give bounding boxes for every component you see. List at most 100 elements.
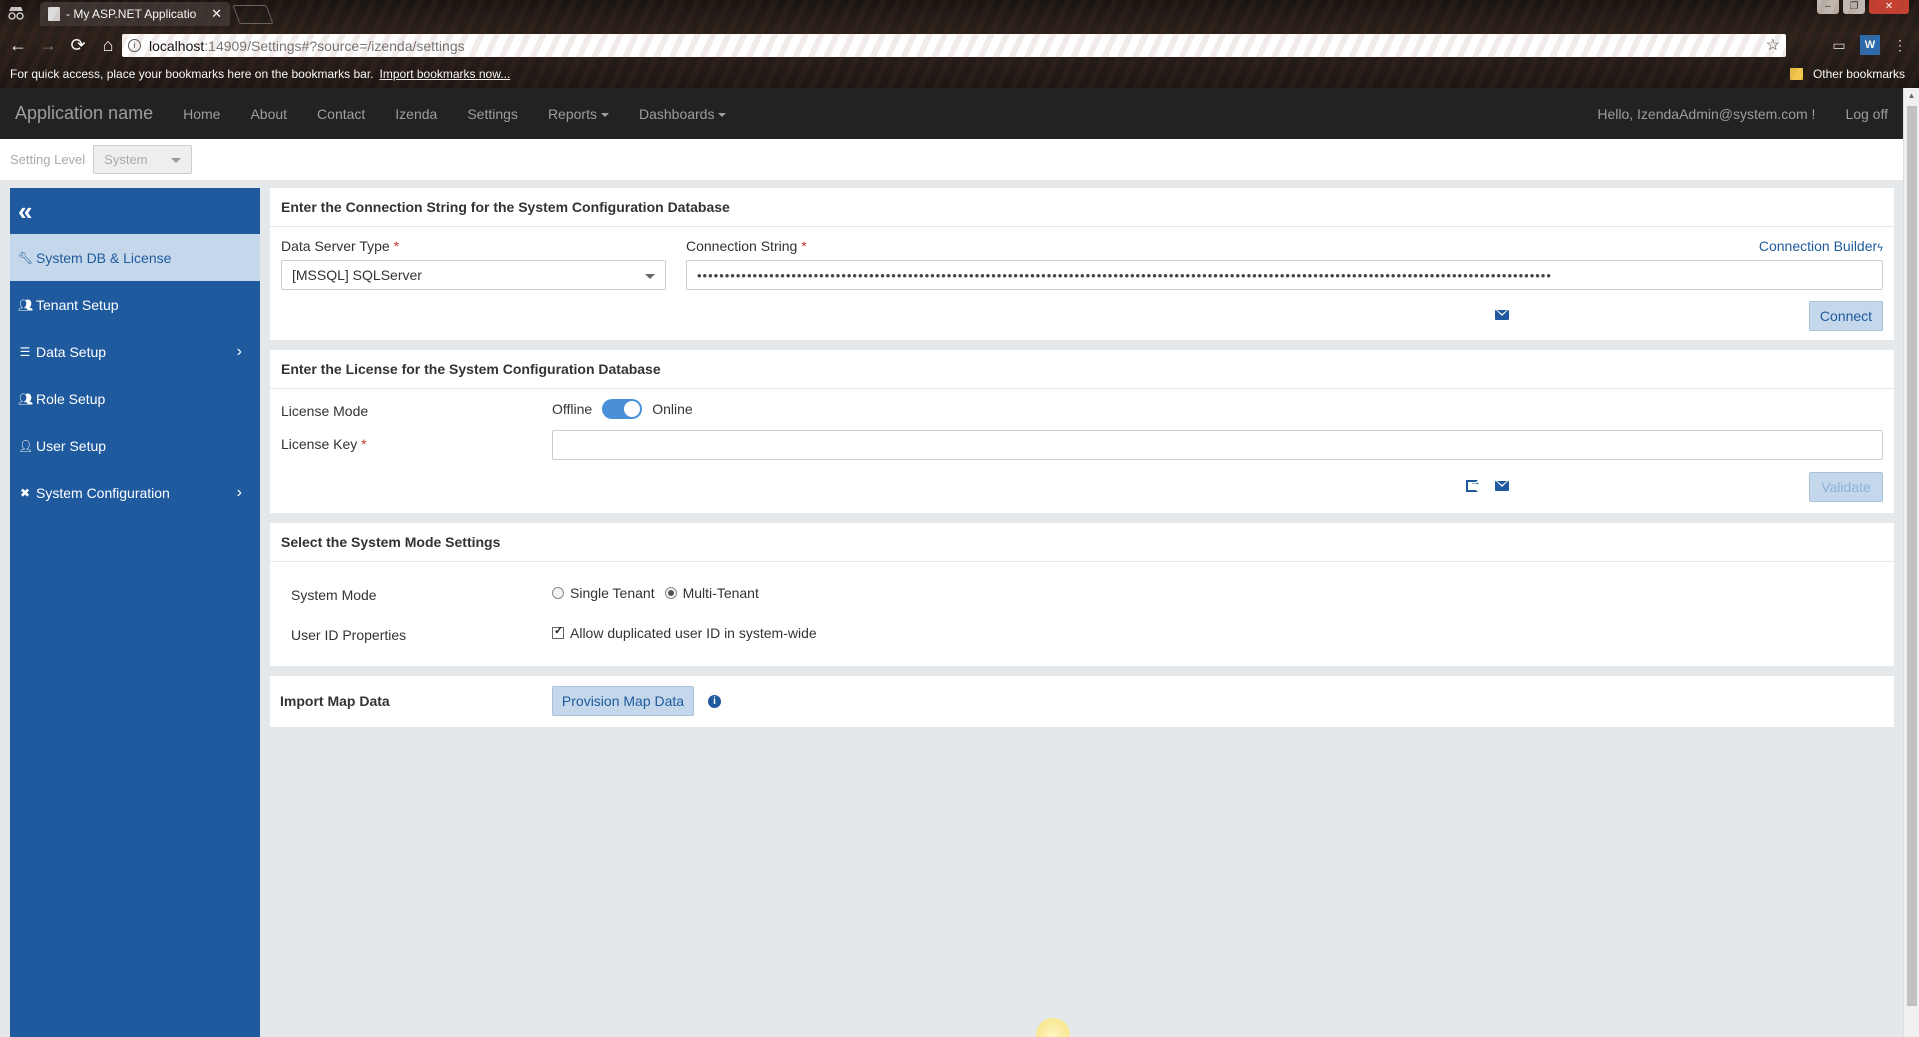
license-key-input[interactable] — [552, 430, 1883, 460]
other-bookmarks-label: Other bookmarks — [1812, 67, 1905, 81]
browser-chrome: - My ASP.NET Applicatio ✕ – ❐ ✕ ← → ⟳ ⌂ … — [0, 0, 1919, 88]
allow-duplicate-checkbox[interactable] — [552, 624, 564, 639]
tab-bar: - My ASP.NET Applicatio ✕ – ❐ ✕ — [0, 0, 1919, 26]
sidebar-item-label: User Setup — [36, 437, 107, 454]
scroll-up-icon[interactable]: ▲ — [1904, 88, 1919, 104]
connection-string-label-text: Connection String — [686, 238, 798, 254]
offline-label: Offline — [552, 401, 593, 417]
server-type-select[interactable]: [MSSQL] SQLServer — [281, 260, 666, 290]
close-tab-icon[interactable]: ✕ — [211, 6, 222, 22]
reload-icon[interactable]: ⟳ — [66, 33, 90, 57]
multi-tenant-radio[interactable] — [664, 587, 677, 599]
bookmarks-bar: For quick access, place your bookmarks h… — [0, 63, 1919, 85]
dropdown-arrow-icon — [645, 274, 655, 279]
toggle-knob — [624, 401, 641, 417]
wrench-icon: 🔧︎ — [18, 250, 34, 265]
connection-panel-title: Enter the Connection String for the Syst… — [270, 188, 1894, 227]
sidebar-item-label: System DB & License — [36, 249, 172, 266]
nav-dashboards-label: Dashboards — [638, 105, 715, 122]
browser-toolbar: ← → ⟳ ⌂ i localhost:14909/Settings#?sour… — [0, 31, 1919, 59]
sidebar-item-system-configuration[interactable]: ✖ System Configuration › — [10, 469, 260, 516]
validate-button[interactable]: Validate — [1809, 472, 1883, 502]
required-marker: * — [361, 436, 367, 452]
browser-menu-icon[interactable]: ⋮ — [1890, 35, 1910, 55]
nav-reports-dropdown[interactable]: Reports — [533, 106, 624, 122]
sidebar-item-label: System Configuration — [36, 484, 170, 501]
sidebar-item-tenant-setup[interactable]: 👥︎ Tenant Setup — [10, 281, 260, 328]
sidebar-item-data-setup[interactable]: ☰ Data Setup › — [10, 328, 260, 375]
logoff-link[interactable]: Log off — [1830, 106, 1903, 122]
chevron-right-icon: › — [236, 342, 242, 360]
connection-builder-link[interactable]: Connection Builderϟ — [1759, 238, 1883, 254]
browser-tab[interactable]: - My ASP.NET Applicatio ✕ — [40, 2, 230, 26]
incognito-icon — [8, 7, 24, 20]
nav-contact[interactable]: Contact — [302, 106, 380, 122]
info-icon[interactable]: i — [708, 695, 721, 708]
import-bookmarks-link[interactable]: Import bookmarks now... — [380, 67, 511, 81]
bookmarks-hint: For quick access, place your bookmarks h… — [10, 67, 374, 81]
sidebar-item-label: Tenant Setup — [36, 296, 119, 313]
new-tab-button[interactable] — [232, 5, 274, 24]
provision-map-data-button[interactable]: Provision Map Data — [552, 686, 694, 716]
tools-icon: ✖ — [19, 485, 31, 500]
nav-home[interactable]: Home — [168, 106, 235, 122]
license-key-label: License Key * — [281, 436, 367, 452]
brand-link[interactable]: Application name — [15, 103, 153, 124]
nav-izenda[interactable]: Izenda — [380, 106, 452, 122]
license-panel-title: Enter the License for the System Configu… — [270, 350, 1894, 389]
cast-icon[interactable]: ▭ — [1829, 35, 1849, 55]
dropdown-arrow-icon — [171, 158, 182, 163]
system-mode-label: System Mode — [291, 587, 377, 603]
connection-string-input[interactable]: ••••••••••••••••••••••••••••••••••••••••… — [686, 260, 1883, 290]
email-icon[interactable] — [1491, 304, 1513, 326]
nav-settings[interactable]: Settings — [452, 106, 533, 122]
settings-content: Enter the Connection String for the Syst… — [270, 188, 1894, 737]
restore-button[interactable]: ❐ — [1843, 0, 1865, 14]
license-mode-toggle[interactable] — [602, 399, 643, 419]
extension-icon[interactable]: W — [1860, 35, 1880, 55]
scrollbar-thumb[interactable] — [1907, 106, 1917, 1006]
nav-about[interactable]: About — [235, 106, 302, 122]
site-info-icon[interactable]: i — [128, 39, 141, 52]
license-mode-label: License Mode — [281, 403, 369, 419]
back-icon[interactable]: ← — [6, 33, 30, 57]
import-map-panel: Import Map Data Provision Map Data i — [270, 676, 1894, 727]
tab-title: - My ASP.NET Applicatio — [66, 7, 197, 21]
system-mode-panel-title: Select the System Mode Settings — [270, 523, 1894, 562]
page-scrollbar[interactable]: ▲ — [1903, 88, 1919, 1037]
online-label: Online — [652, 401, 693, 417]
other-bookmarks[interactable]: Other bookmarks — [1789, 67, 1905, 81]
home-icon[interactable]: ⌂ — [96, 33, 120, 57]
bookmark-star-icon[interactable]: ☆ — [1766, 35, 1780, 55]
close-window-button[interactable]: ✕ — [1869, 0, 1909, 14]
minimize-button[interactable]: – — [1817, 0, 1839, 14]
user-icon: 👤︎ — [18, 438, 34, 453]
multi-tenant-label: Multi-Tenant — [682, 585, 759, 601]
setting-level-value: System — [104, 152, 148, 167]
setting-level-select[interactable]: System — [93, 145, 193, 174]
import-map-label: Import Map Data — [280, 693, 390, 709]
user-id-properties-label: User ID Properties — [291, 627, 407, 643]
sidebar-item-user-setup[interactable]: 👤︎ User Setup — [10, 422, 260, 469]
url-host: localhost — [149, 37, 205, 54]
server-type-value: [MSSQL] SQLServer — [292, 267, 422, 283]
export-icon[interactable] — [1461, 475, 1483, 497]
forward-icon[interactable]: → — [36, 33, 60, 57]
bolt-icon: ϟ — [1877, 242, 1883, 254]
email-icon[interactable] — [1491, 475, 1513, 497]
address-bar[interactable]: i localhost:14909/Settings#?source=/izen… — [122, 34, 1786, 57]
nav-dashboards-dropdown[interactable]: Dashboards — [624, 106, 742, 122]
required-marker: * — [393, 238, 400, 254]
sidebar-item-role-setup[interactable]: 👥︎ Role Setup — [10, 375, 260, 422]
sidebar-item-label: Data Setup — [36, 343, 107, 360]
data-setup-icon: ☰ — [19, 344, 31, 359]
connect-button[interactable]: Connect — [1809, 301, 1883, 331]
users-icon: 👥︎ — [18, 391, 34, 406]
single-tenant-radio[interactable] — [552, 587, 564, 599]
single-tenant-label: Single Tenant — [570, 585, 655, 601]
connection-builder-label: Connection Builder — [1758, 238, 1878, 254]
sidebar-item-system-db[interactable]: 🔧︎ System DB & License — [10, 234, 260, 281]
caret-down-icon — [600, 112, 609, 117]
collapse-sidebar-icon[interactable]: « — [10, 188, 260, 234]
user-greeting-link[interactable]: Hello, IzendaAdmin@system.com ! — [1582, 106, 1830, 122]
